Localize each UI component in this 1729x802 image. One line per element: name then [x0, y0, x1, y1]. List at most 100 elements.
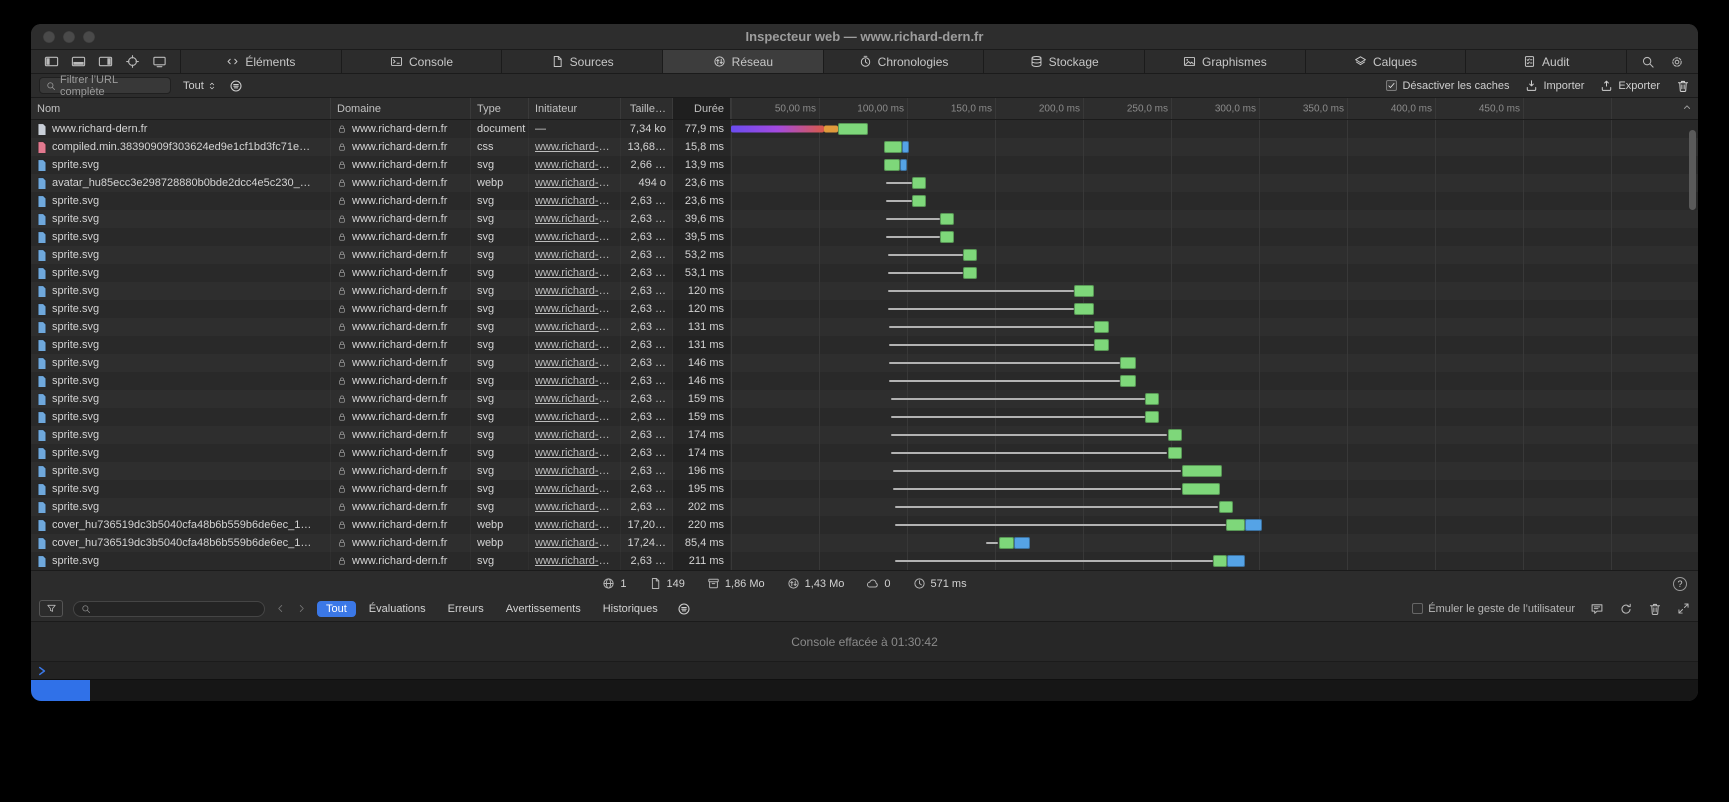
import-button[interactable]: Importer [1525, 79, 1584, 92]
console-input-selection[interactable] [31, 680, 90, 701]
dock-right-button[interactable] [98, 54, 113, 69]
console-search-input[interactable] [73, 601, 265, 617]
column-header-type[interactable]: Type [471, 98, 529, 119]
table-row[interactable]: sprite.svgwww.richard-dern.frsvgwww.rich… [31, 156, 1698, 174]
table-row[interactable]: sprite.svgwww.richard-dern.frsvgwww.rich… [31, 408, 1698, 426]
initiator-link[interactable]: www.richard-d… [535, 537, 614, 549]
initiator-link[interactable]: www.richard-d… [535, 465, 614, 477]
main-tab-reseau[interactable]: Réseau [663, 50, 824, 73]
column-header-initiateur[interactable]: Initiateur [529, 98, 621, 119]
table-row[interactable]: sprite.svgwww.richard-dern.frsvgwww.rich… [31, 354, 1698, 372]
table-row[interactable]: www.richard-dern.frwww.richard-dern.frdo… [31, 120, 1698, 138]
console-messages-icon[interactable] [1590, 602, 1604, 616]
table-row[interactable]: sprite.svgwww.richard-dern.frsvgwww.rich… [31, 426, 1698, 444]
initiator-link[interactable]: www.richard-d… [535, 321, 614, 333]
history-forward-icon[interactable] [296, 603, 307, 614]
console-scope-tout[interactable]: Tout [317, 601, 356, 617]
column-header-domaine[interactable]: Domaine [331, 98, 471, 119]
main-tab-audit[interactable]: Audit [1466, 50, 1627, 73]
table-row[interactable]: sprite.svgwww.richard-dern.frsvgwww.rich… [31, 462, 1698, 480]
initiator-link[interactable]: www.richard-d… [535, 213, 614, 225]
table-row[interactable]: sprite.svgwww.richard-dern.frsvgwww.rich… [31, 390, 1698, 408]
scroll-up-chevron[interactable] [1681, 101, 1693, 113]
minimize-button[interactable] [63, 31, 75, 43]
table-row[interactable]: sprite.svgwww.richard-dern.frsvgwww.rich… [31, 498, 1698, 516]
table-row[interactable]: sprite.svgwww.richard-dern.frsvgwww.rich… [31, 210, 1698, 228]
initiator-link[interactable]: www.richard-d… [535, 555, 614, 567]
table-row[interactable]: sprite.svgwww.richard-dern.frsvgwww.rich… [31, 282, 1698, 300]
resource-type-popup[interactable]: Tout [183, 80, 217, 92]
console-scope-historiques[interactable]: Historiques [594, 601, 667, 617]
console-options-icon[interactable] [677, 602, 691, 616]
table-row[interactable]: compiled.min.38390909f303624ed9e1cf1bd3f… [31, 138, 1698, 156]
device-settings-button[interactable] [152, 54, 167, 69]
initiator-link[interactable]: www.richard-d… [535, 231, 614, 243]
initiator-link[interactable]: www.richard-d… [535, 429, 614, 441]
zoom-button[interactable] [83, 31, 95, 43]
initiator-link[interactable]: www.richard-d… [535, 141, 614, 153]
table-row[interactable]: sprite.svgwww.richard-dern.frsvgwww.rich… [31, 336, 1698, 354]
main-tab-calques[interactable]: Calques [1306, 50, 1467, 73]
history-back-icon[interactable] [275, 603, 286, 614]
column-header-taille[interactable]: Taille… [621, 98, 673, 119]
expand-console-icon[interactable] [1677, 602, 1690, 615]
initiator-link[interactable]: www.richard-d… [535, 303, 614, 315]
main-tab-sources[interactable]: Sources [502, 50, 663, 73]
table-row[interactable]: cover_hu736519dc3b5040cfa48b6b559b6de6ec… [31, 534, 1698, 552]
initiator-link[interactable]: www.richard-d… [535, 483, 614, 495]
console-scope-erreurs[interactable]: Erreurs [439, 601, 493, 617]
initiator-link[interactable]: www.richard-d… [535, 447, 614, 459]
initiator-link[interactable]: www.richard-d… [535, 267, 614, 279]
main-tab-chronologies[interactable]: Chronologies [824, 50, 985, 73]
dock-bottom-button[interactable] [71, 54, 86, 69]
table-row[interactable]: sprite.svgwww.richard-dern.frsvgwww.rich… [31, 318, 1698, 336]
clear-network-button[interactable] [1676, 79, 1690, 93]
table-row[interactable]: sprite.svgwww.richard-dern.frsvgwww.rich… [31, 192, 1698, 210]
disable-caches-checkbox[interactable]: Désactiver les caches [1386, 80, 1509, 92]
console-scope-avertissements[interactable]: Avertissements [497, 601, 590, 617]
table-row[interactable]: sprite.svgwww.richard-dern.frsvgwww.rich… [31, 444, 1698, 462]
help-button[interactable]: ? [1673, 577, 1687, 591]
main-tab-stockage[interactable]: Stockage [984, 50, 1145, 73]
initiator-link[interactable]: www.richard-d… [535, 519, 614, 531]
emulate-user-gesture-checkbox[interactable]: Émuler le geste de l’utilisateur [1412, 603, 1575, 615]
settings-button[interactable] [1670, 55, 1684, 69]
console-scope-valuations[interactable]: Évaluations [360, 601, 435, 617]
vertical-scrollbar[interactable] [1689, 130, 1696, 210]
main-tab-console[interactable]: Console [342, 50, 503, 73]
console-filter-button[interactable] [39, 600, 63, 617]
initiator-link[interactable]: www.richard-d… [535, 249, 614, 261]
initiator-link[interactable]: www.richard-d… [535, 375, 614, 387]
export-button[interactable]: Exporter [1600, 79, 1660, 92]
initiator-link[interactable]: www.richard-d… [535, 411, 614, 423]
table-row[interactable]: sprite.svgwww.richard-dern.frsvgwww.rich… [31, 372, 1698, 390]
dock-left-button[interactable] [44, 54, 59, 69]
url-filter-input[interactable]: Filtrer l’URL complète [39, 77, 171, 94]
initiator-link[interactable]: www.richard-d… [535, 393, 614, 405]
initiator-link[interactable]: www.richard-d… [535, 195, 614, 207]
main-tab-elements[interactable]: Éléments [181, 50, 342, 73]
initiator-link[interactable]: www.richard-d… [535, 159, 614, 171]
initiator-link[interactable]: www.richard-d… [535, 177, 614, 189]
initiator-link[interactable]: www.richard-d… [535, 285, 614, 297]
element-picker-button[interactable] [125, 54, 140, 69]
table-row[interactable]: sprite.svgwww.richard-dern.frsvgwww.rich… [31, 300, 1698, 318]
search-button[interactable] [1641, 55, 1655, 69]
initiator-link[interactable]: www.richard-d… [535, 501, 614, 513]
console-prompt[interactable] [31, 662, 1698, 680]
close-button[interactable] [43, 31, 55, 43]
initiator-link[interactable]: www.richard-d… [535, 357, 614, 369]
table-row[interactable]: sprite.svgwww.richard-dern.frsvgwww.rich… [31, 552, 1698, 570]
table-row[interactable]: sprite.svgwww.richard-dern.frsvgwww.rich… [31, 264, 1698, 282]
table-row[interactable]: avatar_hu85ecc3e298728880b0bde2dcc4e5c23… [31, 174, 1698, 192]
table-row[interactable]: cover_hu736519dc3b5040cfa48b6b559b6de6ec… [31, 516, 1698, 534]
table-row[interactable]: sprite.svgwww.richard-dern.frsvgwww.rich… [31, 480, 1698, 498]
clear-console-button[interactable] [1648, 602, 1662, 616]
preserve-log-icon[interactable] [1619, 602, 1633, 616]
main-tab-graphismes[interactable]: Graphismes [1145, 50, 1306, 73]
table-row[interactable]: sprite.svgwww.richard-dern.frsvgwww.rich… [31, 246, 1698, 264]
column-header-nom[interactable]: Nom [31, 98, 331, 119]
column-header-dure[interactable]: Durée [673, 98, 731, 119]
filter-options-icon[interactable] [229, 79, 243, 93]
initiator-link[interactable]: www.richard-d… [535, 339, 614, 351]
